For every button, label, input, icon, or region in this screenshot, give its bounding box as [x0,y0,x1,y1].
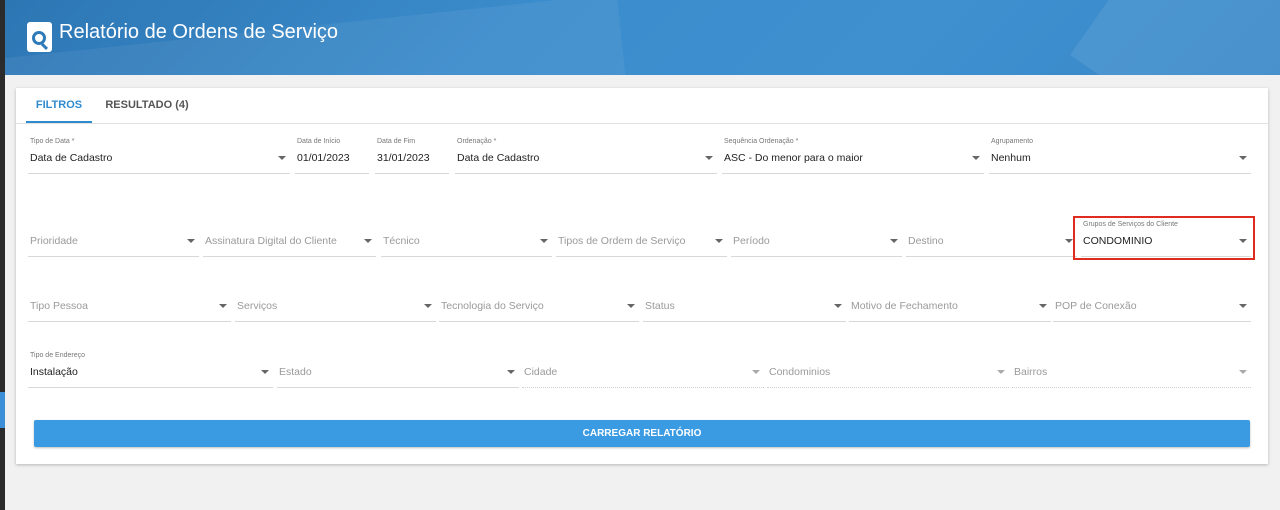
field-placeholder: Bairros [1014,366,1048,378]
field-value: 01/01/2023 [297,152,350,164]
field-label: Data de Início [297,138,341,145]
field-label: Data de Fim [377,138,416,145]
chevron-down-icon [540,239,548,243]
tab-bar: FILTROS RESULTADO (4) [16,88,1268,124]
assinatura-digital-select[interactable]: Assinatura Digital do Cliente [203,221,376,257]
chevron-down-icon [715,239,723,243]
chevron-down-icon [1239,156,1247,160]
status-select[interactable]: Status [643,286,846,322]
field-placeholder: Motivo de Fechamento [851,300,958,312]
field-placeholder: Assinatura Digital do Cliente [205,235,337,247]
ordenacao-select[interactable]: Ordenação * Data de Cadastro [455,138,717,174]
tipos-ordem-servico-select[interactable]: Tipos de Ordem de Serviço [556,221,727,257]
bairros-select[interactable]: Bairros [1012,352,1251,388]
estado-select[interactable]: Estado [277,352,519,388]
field-label: Tipo de Endereço [30,352,85,359]
field-placeholder: Tecnologia do Serviço [441,300,544,312]
sequencia-ordenacao-select[interactable]: Sequência Ordenação * ASC - Do menor par… [722,138,984,174]
field-label: Ordenação * [457,138,497,145]
magnifier-document-icon [27,22,52,52]
field-placeholder: Status [645,300,675,312]
tipo-pessoa-select[interactable]: Tipo Pessoa [28,286,231,322]
field-placeholder: Tipo Pessoa [30,300,88,312]
chevron-down-icon [219,304,227,308]
carregar-relatorio-button[interactable]: CARREGAR RELATÓRIO [34,420,1250,447]
chevron-down-icon [972,156,980,160]
field-value: Data de Cadastro [30,152,113,164]
field-value: Nenhum [991,152,1031,164]
field-value: 31/01/2023 [377,152,430,164]
field-label: Sequência Ordenação * [724,138,799,145]
field-placeholder: Condominios [769,366,831,378]
field-placeholder: Estado [279,366,312,378]
chevron-down-icon [424,304,432,308]
chevron-down-icon [507,370,515,374]
chevron-down-icon [261,370,269,374]
chevron-down-icon [752,370,760,374]
page-title: Relatório de Ordens de Serviço [59,21,339,43]
field-value: ASC - Do menor para o maior [724,152,863,164]
motivo-fechamento-select[interactable]: Motivo de Fechamento [849,286,1051,322]
agrupamento-select[interactable]: Agrupamento Nenhum [989,138,1251,174]
left-sidebar-strip [0,0,5,510]
data-fim-field[interactable]: Data de Fim 31/01/2023 [375,138,449,174]
field-placeholder: Destino [908,235,944,247]
chevron-down-icon [1065,239,1073,243]
chevron-down-icon [278,156,286,160]
chevron-down-icon [1239,239,1247,243]
chevron-down-icon [1239,304,1247,308]
tab-resultado[interactable]: RESULTADO (4) [102,88,192,123]
prioridade-select[interactable]: Prioridade [28,221,199,257]
cidade-select[interactable]: Cidade [522,352,764,388]
tecnologia-servico-select[interactable]: Tecnologia do Serviço [439,286,639,322]
chevron-down-icon [627,304,635,308]
pop-conexao-select[interactable]: POP de Conexão [1053,286,1251,322]
field-label: Agrupamento [991,138,1034,145]
chevron-down-icon [1039,304,1047,308]
chevron-down-icon [890,239,898,243]
data-inicio-field[interactable]: Data de Início 01/01/2023 [295,138,369,174]
field-value: CONDOMINIO [1083,235,1153,247]
field-placeholder: Serviços [237,300,278,312]
grupos-servicos-cliente-select[interactable]: Grupos de Serviços do Cliente CONDOMINIO [1081,221,1251,257]
field-placeholder: Tipos de Ordem de Serviço [558,235,686,247]
field-placeholder: Período [733,235,770,247]
periodo-select[interactable]: Período [731,221,902,257]
field-label: Tipo de Data * [30,138,75,145]
chevron-down-icon [1239,370,1247,374]
servicos-select[interactable]: Serviços [235,286,436,322]
sidebar-active-marker [0,392,5,428]
tecnico-select[interactable]: Técnico [381,221,552,257]
field-label: Grupos de Serviços do Cliente [1083,221,1178,228]
filters-card: FILTROS RESULTADO (4) Tipo de Data * Dat… [16,88,1268,464]
page-header: Relatório de Ordens de Serviço [5,0,1280,75]
header-decoration [1070,0,1280,75]
chevron-down-icon [187,239,195,243]
chevron-down-icon [997,370,1005,374]
tipo-endereco-select[interactable]: Tipo de Endereço Instalação [28,352,273,388]
destino-select[interactable]: Destino [906,221,1077,257]
field-placeholder: Prioridade [30,235,78,247]
field-placeholder: Cidade [524,366,558,378]
tipo-data-select[interactable]: Tipo de Data * Data de Cadastro [28,138,290,174]
chevron-down-icon [364,239,372,243]
field-value: Instalação [30,366,78,378]
field-placeholder: Técnico [383,235,420,247]
chevron-down-icon [834,304,842,308]
condominios-select[interactable]: Condominios [767,352,1009,388]
field-placeholder: POP de Conexão [1055,300,1137,312]
field-value: Data de Cadastro [457,152,540,164]
chevron-down-icon [705,156,713,160]
tab-filtros[interactable]: FILTROS [26,88,92,123]
